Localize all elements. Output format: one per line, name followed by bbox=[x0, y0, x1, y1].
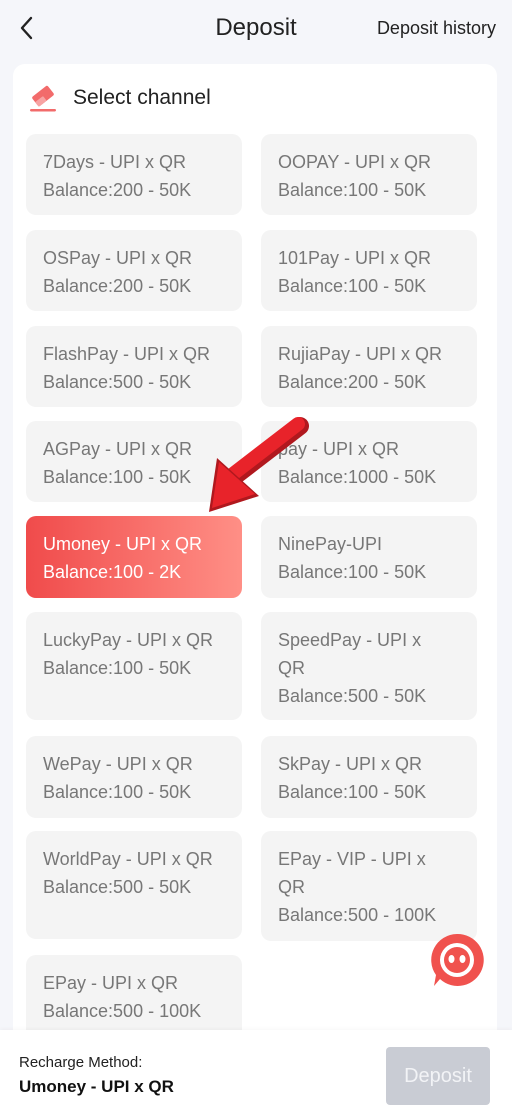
channel-card[interactable]: Umoney - UPI x QR Balance:100 - 2K bbox=[26, 516, 242, 598]
channel-balance: Balance:100 - 50K bbox=[278, 562, 427, 582]
channel-name: WePay - UPI x QR bbox=[43, 754, 193, 774]
channel-balance: Balance:100 - 50K bbox=[278, 180, 427, 200]
channel-card[interactable]: LuckyPay - UPI x QR Balance:100 - 50K bbox=[26, 612, 242, 720]
channel-balance: Balance:200 - 50K bbox=[278, 372, 427, 392]
channel-panel: Select channel 7Days - UPI x QR Balance:2… bbox=[13, 64, 497, 1064]
channel-card[interactable]: RujiaPay - UPI x QR Balance:200 - 50K bbox=[261, 326, 477, 407]
channel-name: EPay - UPI x QR bbox=[43, 973, 179, 993]
channel-name: 7Days - UPI x QR bbox=[43, 152, 187, 172]
channel-balance: Balance:100 - 50K bbox=[43, 782, 192, 802]
channel-balance: Balance:100 - 50K bbox=[278, 276, 427, 296]
channel-card[interactable]: WorldPay - UPI x QR Balance:500 - 50K bbox=[26, 831, 242, 939]
channel-balance: Balance:500 - 50K bbox=[43, 372, 192, 392]
channel-name: SpeedPay - UPI x QR bbox=[278, 630, 422, 678]
channel-balance: Balance:100 - 50K bbox=[278, 782, 427, 802]
channel-name: WorldPay - UPI x QR bbox=[43, 849, 213, 869]
channel-card[interactable]: AGPay - UPI x QR Balance:100 - 50K bbox=[26, 421, 242, 502]
channel-name: pay - UPI x QR bbox=[278, 439, 400, 459]
channel-balance: Balance:500 - 50K bbox=[278, 686, 427, 706]
chevron-left-icon[interactable] bbox=[14, 14, 38, 42]
channel-balance: Balance:500 - 100K bbox=[278, 905, 437, 925]
channel-balance: Balance:500 - 100K bbox=[43, 1001, 202, 1021]
panel-header: Select channel bbox=[27, 82, 211, 114]
channel-balance: Balance:1000 - 50K bbox=[278, 467, 437, 487]
channel-name: RujiaPay - UPI x QR bbox=[278, 344, 443, 364]
channel-card[interactable]: 101Pay - UPI x QR Balance:100 - 50K bbox=[261, 230, 477, 311]
channel-name: AGPay - UPI x QR bbox=[43, 439, 193, 459]
header: Deposit Deposit history bbox=[0, 0, 512, 58]
channel-balance: Balance:100 - 50K bbox=[43, 658, 192, 678]
recharge-method-value: Umoney - UPI x QR bbox=[19, 1077, 174, 1096]
channel-name: EPay - VIP - UPI x QR bbox=[278, 849, 426, 897]
channel-balance: Balance:100 - 50K bbox=[43, 467, 192, 487]
deposit-history-link[interactable]: Deposit history bbox=[377, 18, 496, 39]
panel-title: Select channel bbox=[73, 86, 211, 109]
channel-balance: Balance:200 - 50K bbox=[43, 276, 192, 296]
eraser-icon bbox=[30, 85, 56, 112]
channel-card[interactable]: OSPay - UPI x QR Balance:200 - 50K bbox=[26, 230, 242, 311]
channel-card[interactable]: WePay - UPI x QR Balance:100 - 50K bbox=[26, 736, 242, 818]
channel-card[interactable]: OOPAY - UPI x QR Balance:100 - 50K bbox=[261, 134, 477, 215]
channel-card[interactable]: SpeedPay - UPI x QR Balance:500 - 50K bbox=[261, 612, 477, 720]
channel-balance: Balance:500 - 50K bbox=[43, 877, 192, 897]
channel-name: LuckyPay - UPI x QR bbox=[43, 630, 214, 650]
channel-name: FlashPay - UPI x QR bbox=[43, 344, 211, 364]
channel-card[interactable]: SkPay - UPI x QR Balance:100 - 50K bbox=[261, 736, 477, 818]
channel-name: OSPay - UPI x QR bbox=[43, 248, 193, 268]
channel-name: Umoney - UPI x QR bbox=[43, 534, 203, 554]
channel-balance: Balance:200 - 50K bbox=[43, 180, 192, 200]
channel-balance: Balance:100 - 2K bbox=[43, 562, 182, 582]
chat-bubble-icon[interactable] bbox=[428, 931, 486, 989]
channel-name: NinePay-UPI bbox=[278, 534, 383, 554]
channel-name: SkPay - UPI x QR bbox=[278, 754, 423, 774]
bottom-bar: Recharge Method: Umoney - UPI x QR Depos… bbox=[0, 1030, 512, 1117]
channel-name: 101Pay - UPI x QR bbox=[278, 248, 432, 268]
deposit-button[interactable]: Deposit bbox=[386, 1047, 490, 1105]
channel-card[interactable]: NinePay-UPI Balance:100 - 50K bbox=[261, 516, 477, 598]
channel-card[interactable]: 7Days - UPI x QR Balance:200 - 50K bbox=[26, 134, 242, 215]
recharge-method-label: Recharge Method: bbox=[19, 1054, 143, 1071]
channel-card[interactable]: FlashPay - UPI x QR Balance:500 - 50K bbox=[26, 326, 242, 407]
channel-card[interactable]: EPay - VIP - UPI x QR Balance:500 - 100K bbox=[261, 831, 477, 941]
channel-card[interactable]: pay - UPI x QR Balance:1000 - 50K bbox=[261, 421, 477, 502]
channel-name: OOPAY - UPI x QR bbox=[278, 152, 432, 172]
